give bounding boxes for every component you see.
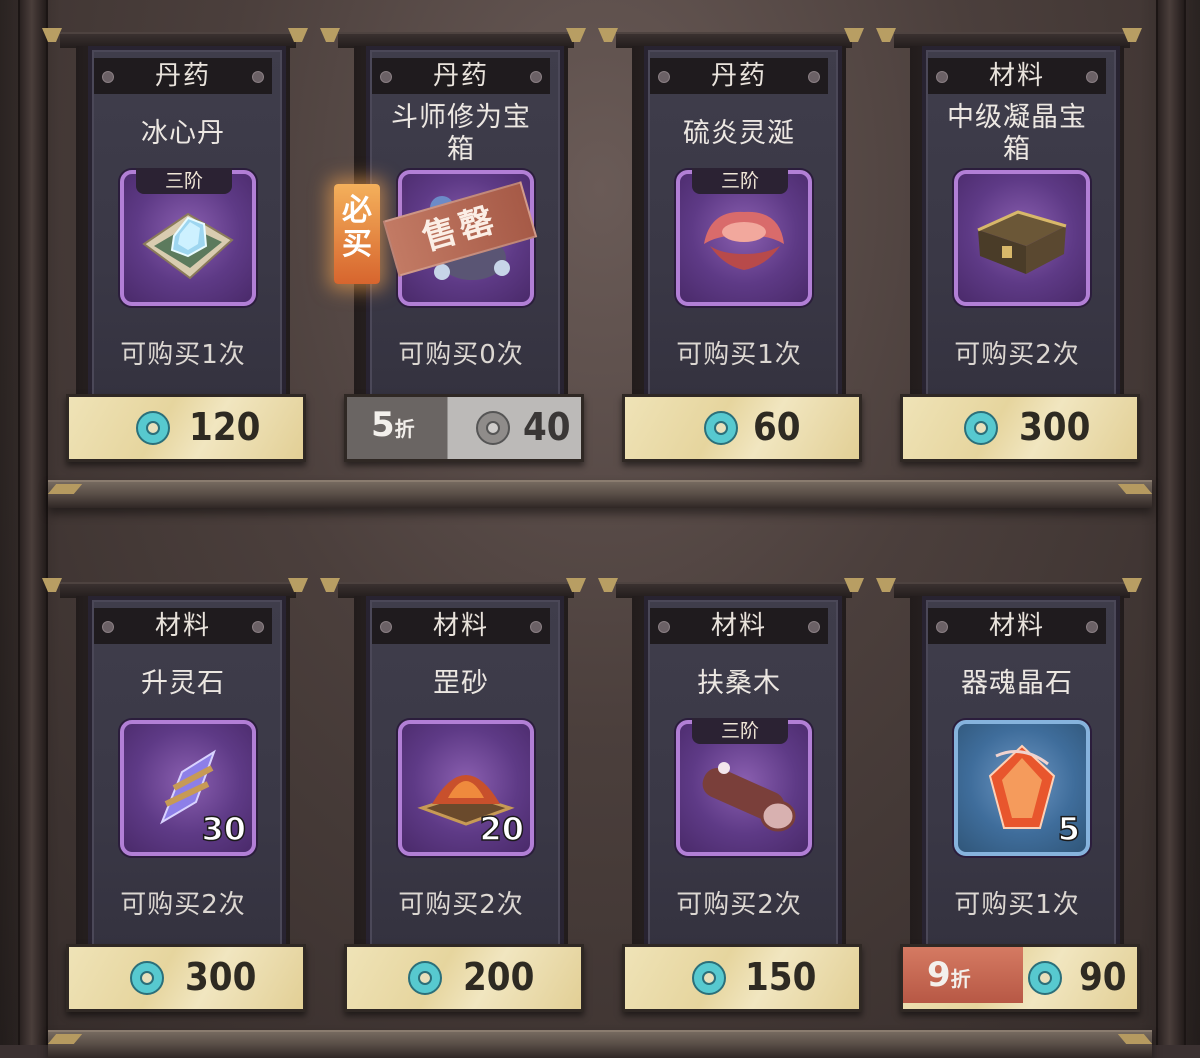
card-hanger (594, 0, 864, 48)
purchase-limit: 可购买1次 (954, 890, 1080, 920)
item-name: 斗师修为宝箱 (391, 102, 531, 165)
item-name: 罡砂 (433, 668, 489, 699)
jade-coin-icon (136, 411, 170, 445)
shop-item-card[interactable]: 材料 中级凝晶宝箱 可购买2次 300 (876, 0, 1144, 462)
item-name: 器魂晶石 (961, 668, 1073, 699)
price-button[interactable]: 200 (344, 944, 584, 1012)
purchase-limit: 可购买0次 (398, 340, 524, 370)
jade-coin-icon (408, 961, 442, 995)
card-hanger (594, 550, 864, 598)
price-value: 300 (185, 955, 257, 999)
item-name: 冰心丹 (141, 118, 225, 149)
item-quantity: 20 (479, 809, 525, 849)
must-buy-tag: 必买 (334, 184, 380, 284)
item-name: 硫炎灵涎 (683, 118, 795, 149)
item-category: 丹药 (650, 58, 828, 94)
tier-badge: 三阶 (692, 718, 788, 744)
price-value: 90 (1079, 955, 1127, 999)
purchase-limit: 可购买1次 (120, 340, 246, 370)
item-category: 丹药 (372, 58, 550, 94)
price-button[interactable]: 120 (66, 394, 306, 462)
card-hanger (872, 550, 1142, 598)
price-button-disabled[interactable]: 5折 40 (344, 394, 584, 462)
crystal-chest-icon[interactable] (954, 170, 1090, 306)
cabinet-post-right (1156, 0, 1186, 1045)
jade-coin-icon (704, 411, 738, 445)
cabinet-post-left (18, 0, 48, 1045)
price-button[interactable]: 300 (66, 944, 306, 1012)
item-category: 材料 (650, 608, 828, 644)
card-hanger (38, 550, 308, 598)
soul-crystal-icon[interactable]: 5 (954, 720, 1090, 856)
purchase-limit: 可购买2次 (398, 890, 524, 920)
shop-item-card[interactable]: 材料 器魂晶石 5 可购买1次 9折 90 (876, 550, 1144, 1012)
item-category: 材料 (372, 608, 550, 644)
shop-item-card[interactable]: 材料 扶桑木 三阶 可购买2次 150 (598, 550, 866, 1012)
tier-badge: 三阶 (136, 168, 232, 194)
item-name: 中级凝晶宝箱 (947, 102, 1087, 165)
tier-badge: 三阶 (692, 168, 788, 194)
card-hanger (316, 550, 586, 598)
item-quantity: 5 (1057, 809, 1081, 849)
shelf-lower (48, 1030, 1152, 1058)
item-quantity: 30 (201, 809, 247, 849)
purchase-limit: 可购买2次 (120, 890, 246, 920)
purchase-limit: 可购买1次 (676, 340, 802, 370)
price-button[interactable]: 300 (900, 394, 1140, 462)
jade-coin-icon (1028, 961, 1062, 995)
price-button[interactable]: 150 (622, 944, 862, 1012)
item-name: 扶桑木 (697, 668, 781, 699)
price-button[interactable]: 60 (622, 394, 862, 462)
price-value: 300 (1019, 405, 1091, 449)
purchase-limit: 可购买2次 (954, 340, 1080, 370)
shop-item-card[interactable]: 材料 升灵石 30 可购买2次 300 (42, 550, 310, 1012)
card-hanger (872, 0, 1142, 48)
price-value: 40 (523, 405, 571, 449)
discount-tag: 9折 (903, 947, 1023, 1003)
card-hanger (38, 0, 308, 48)
shop-item-card[interactable]: 丹药 冰心丹 三阶 可购买1次 120 (42, 0, 310, 462)
gang-sand-icon[interactable]: 20 (398, 720, 534, 856)
card-hanger (316, 0, 586, 48)
shop-item-card[interactable]: 材料 罡砂 20 可购买2次 200 (320, 550, 588, 1012)
purchase-limit: 可购买2次 (676, 890, 802, 920)
item-category: 材料 (928, 58, 1106, 94)
item-name: 升灵石 (141, 668, 225, 699)
shelf-upper (48, 480, 1152, 508)
shop-screen: 丹药 冰心丹 三阶 可购买1次 120 丹药 斗师修为宝箱 可购买0次 5折 4… (0, 0, 1200, 1058)
price-value: 120 (189, 405, 261, 449)
shop-item-card[interactable]: 丹药 硫炎灵涎 三阶 可购买1次 60 (598, 0, 866, 462)
item-category: 材料 (94, 608, 272, 644)
jade-coin-icon (476, 411, 510, 445)
item-category: 材料 (928, 608, 1106, 644)
item-category: 丹药 (94, 58, 272, 94)
discount-tag: 5折 (371, 405, 415, 445)
jade-coin-icon (130, 961, 164, 995)
price-value: 150 (745, 955, 817, 999)
spirit-stone-icon[interactable]: 30 (120, 720, 256, 856)
jade-coin-icon (964, 411, 998, 445)
price-button-discounted[interactable]: 9折 90 (900, 944, 1140, 1012)
jade-coin-icon (692, 961, 726, 995)
price-value: 60 (753, 405, 801, 449)
price-value: 200 (463, 955, 535, 999)
